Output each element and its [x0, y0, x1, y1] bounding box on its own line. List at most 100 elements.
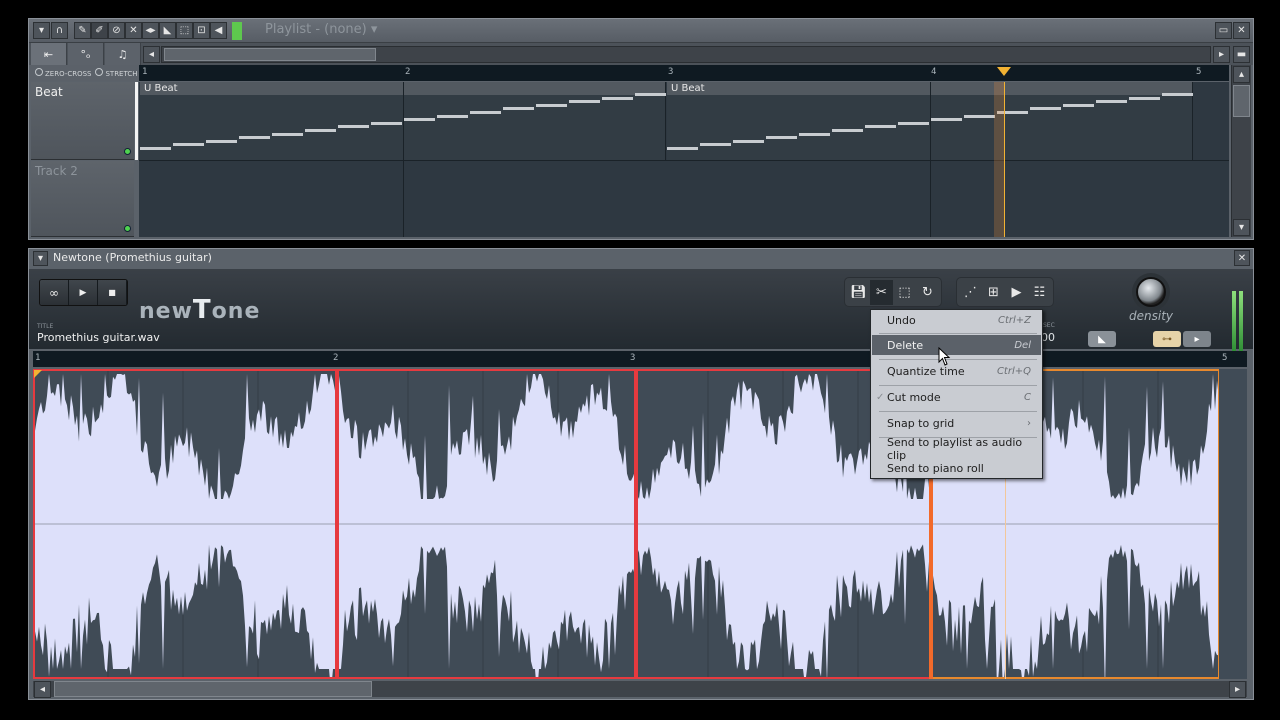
loop-icon: ∞: [49, 285, 59, 300]
menu-arrow-icon[interactable]: ▾: [33, 251, 48, 266]
close-icon[interactable]: ✕: [1234, 250, 1250, 266]
slice-marker[interactable]: [335, 369, 339, 679]
note: [898, 121, 929, 125]
density-label: density: [1129, 309, 1173, 323]
playlist-lanes[interactable]: U Beat U Beat: [139, 82, 1229, 237]
select-icon[interactable]: ⬚: [176, 22, 193, 39]
track-active-led[interactable]: [124, 148, 131, 155]
playlist-vscroll-thumb[interactable]: [1233, 85, 1250, 117]
newtone-ruler[interactable]: 1 2 3 4 5: [33, 351, 1247, 367]
playlist-title[interactable]: Playlist - (none) ▾: [265, 22, 377, 37]
play-slice-button[interactable]: ▸: [1183, 331, 1211, 347]
mouse-cursor-icon: [938, 347, 951, 366]
note: [733, 139, 764, 143]
playlist-vscrollbar[interactable]: ▴ ▾: [1231, 65, 1251, 237]
send-icon[interactable]: ▶: [1005, 280, 1028, 305]
note: [865, 125, 896, 129]
lane-divider: [139, 160, 1229, 161]
logo-part: one: [211, 299, 261, 324]
note: [602, 96, 633, 100]
newtone-window: ▾ Newtone (Promethius guitar) ✕ ∞ ▶ ■ ne…: [28, 248, 1254, 700]
note: [140, 147, 171, 150]
sec-label: SEC: [1043, 322, 1055, 329]
link-button[interactable]: ⊶: [1153, 331, 1181, 347]
undo-icon[interactable]: ↻: [916, 280, 939, 305]
scroll-left-icon[interactable]: ◂: [34, 681, 51, 698]
playlist-ruler[interactable]: 1 2 3 4 5: [139, 65, 1229, 81]
menu-item-undo[interactable]: Undo Ctrl+Z: [872, 310, 1041, 330]
menu-item-cut-mode[interactable]: ✓ Cut mode C: [872, 387, 1041, 407]
stop-button[interactable]: ■: [98, 280, 127, 305]
brush-icon[interactable]: ✐: [91, 22, 108, 39]
note: [239, 136, 270, 140]
pencil-icon[interactable]: ✎: [74, 22, 91, 39]
menu-arrow-icon[interactable]: ▾: [33, 22, 50, 39]
save-add-icon[interactable]: ⊞: [982, 280, 1005, 305]
note: [667, 147, 698, 150]
newtone-hscroll-thumb[interactable]: [54, 681, 372, 697]
snap-icon[interactable]: ▬: [1233, 46, 1250, 63]
playhead-marker[interactable]: [997, 67, 1011, 76]
stretch-option[interactable]: STRETCH: [95, 68, 138, 78]
playlist-title-text: Playlist - (none): [265, 22, 367, 37]
menu-shortcut: Ctrl+Q: [996, 365, 1031, 377]
menu-item-send-to-playlist[interactable]: Send to playlist as audio clip: [872, 436, 1041, 462]
speaker-icon[interactable]: ◀: [210, 22, 227, 39]
density-knob[interactable]: [1136, 277, 1166, 307]
close-icon[interactable]: ✕: [1233, 22, 1250, 39]
slip-icon[interactable]: ✕: [125, 22, 142, 39]
scroll-down-icon[interactable]: ▾: [1233, 219, 1250, 236]
newtone-panel: ∞ ▶ ■ newTone TITLE Promethius guitar.wa…: [29, 269, 1253, 363]
menu-item-delete[interactable]: Delete Del: [872, 335, 1041, 355]
scroll-right-icon[interactable]: ▸: [1213, 46, 1230, 63]
track-selected-bar: [135, 82, 138, 160]
save-icon[interactable]: 💾︎: [847, 280, 870, 305]
menu-separator: [879, 333, 1037, 334]
pitch-steps-icon[interactable]: ⋰: [959, 280, 982, 305]
scroll-left-icon[interactable]: ◂: [143, 46, 160, 63]
loop-button[interactable]: ∞: [40, 280, 69, 305]
playlist-hscroll-thumb[interactable]: [164, 48, 376, 61]
menu-item-send-to-piano-roll[interactable]: Send to piano roll: [872, 458, 1041, 478]
note: [964, 114, 995, 118]
playlist-play-indicator[interactable]: [232, 22, 242, 40]
audio-tab[interactable]: ♫: [105, 43, 141, 65]
note: [404, 118, 435, 122]
reset-button[interactable]: ◣: [1088, 331, 1116, 347]
playhead-glow: [994, 82, 1004, 237]
scissors-icon[interactable]: ✂: [870, 279, 893, 305]
pattern-tab[interactable]: ⇤: [31, 43, 67, 65]
maximize-icon[interactable]: ▭: [1215, 22, 1232, 39]
clip-label: Beat: [681, 83, 705, 94]
menu-item-snap-to-grid[interactable]: Snap to grid ›: [872, 413, 1041, 433]
play-icon: ▶: [79, 287, 87, 298]
slice-icon[interactable]: ◣: [159, 22, 176, 39]
zero-cross-option[interactable]: ZERO-CROSS: [35, 68, 91, 78]
bar-line: [930, 82, 931, 237]
automation-tab[interactable]: °ₒ: [68, 43, 104, 65]
track-header-beat[interactable]: Beat: [31, 82, 134, 160]
piano-roll-icon[interactable]: ☷: [1028, 280, 1051, 305]
track-active-led[interactable]: [124, 225, 131, 232]
select-icon[interactable]: ⬚: [893, 280, 916, 305]
newtone-hscrollbar[interactable]: ◂ ▸: [33, 681, 1247, 698]
newtone-logo: newTone: [139, 295, 260, 325]
magnet-icon[interactable]: ∩: [51, 22, 68, 39]
slide-icon[interactable]: ◂▸: [142, 22, 159, 39]
slice-region: [33, 369, 931, 679]
play-button[interactable]: ▶: [69, 280, 98, 305]
playhead-line: [1004, 82, 1005, 237]
playlist-hscrollbar[interactable]: [161, 46, 1211, 63]
note: [1063, 103, 1094, 107]
menu-shortcut: Ctrl+Z: [997, 314, 1031, 326]
scroll-right-icon[interactable]: ▸: [1229, 681, 1246, 698]
note: [931, 118, 962, 122]
menu-item-quantize-time[interactable]: Quantize time Ctrl+Q: [872, 361, 1041, 381]
slice-marker[interactable]: [634, 369, 638, 679]
menu-label: Undo: [887, 313, 916, 327]
mute-icon[interactable]: ⊘: [108, 22, 125, 39]
scroll-up-icon[interactable]: ▴: [1233, 66, 1250, 83]
zoom-icon[interactable]: ⊡: [193, 22, 210, 39]
sec-value[interactable]: 00: [1041, 331, 1055, 344]
track-header-track2[interactable]: Track 2: [31, 161, 134, 237]
